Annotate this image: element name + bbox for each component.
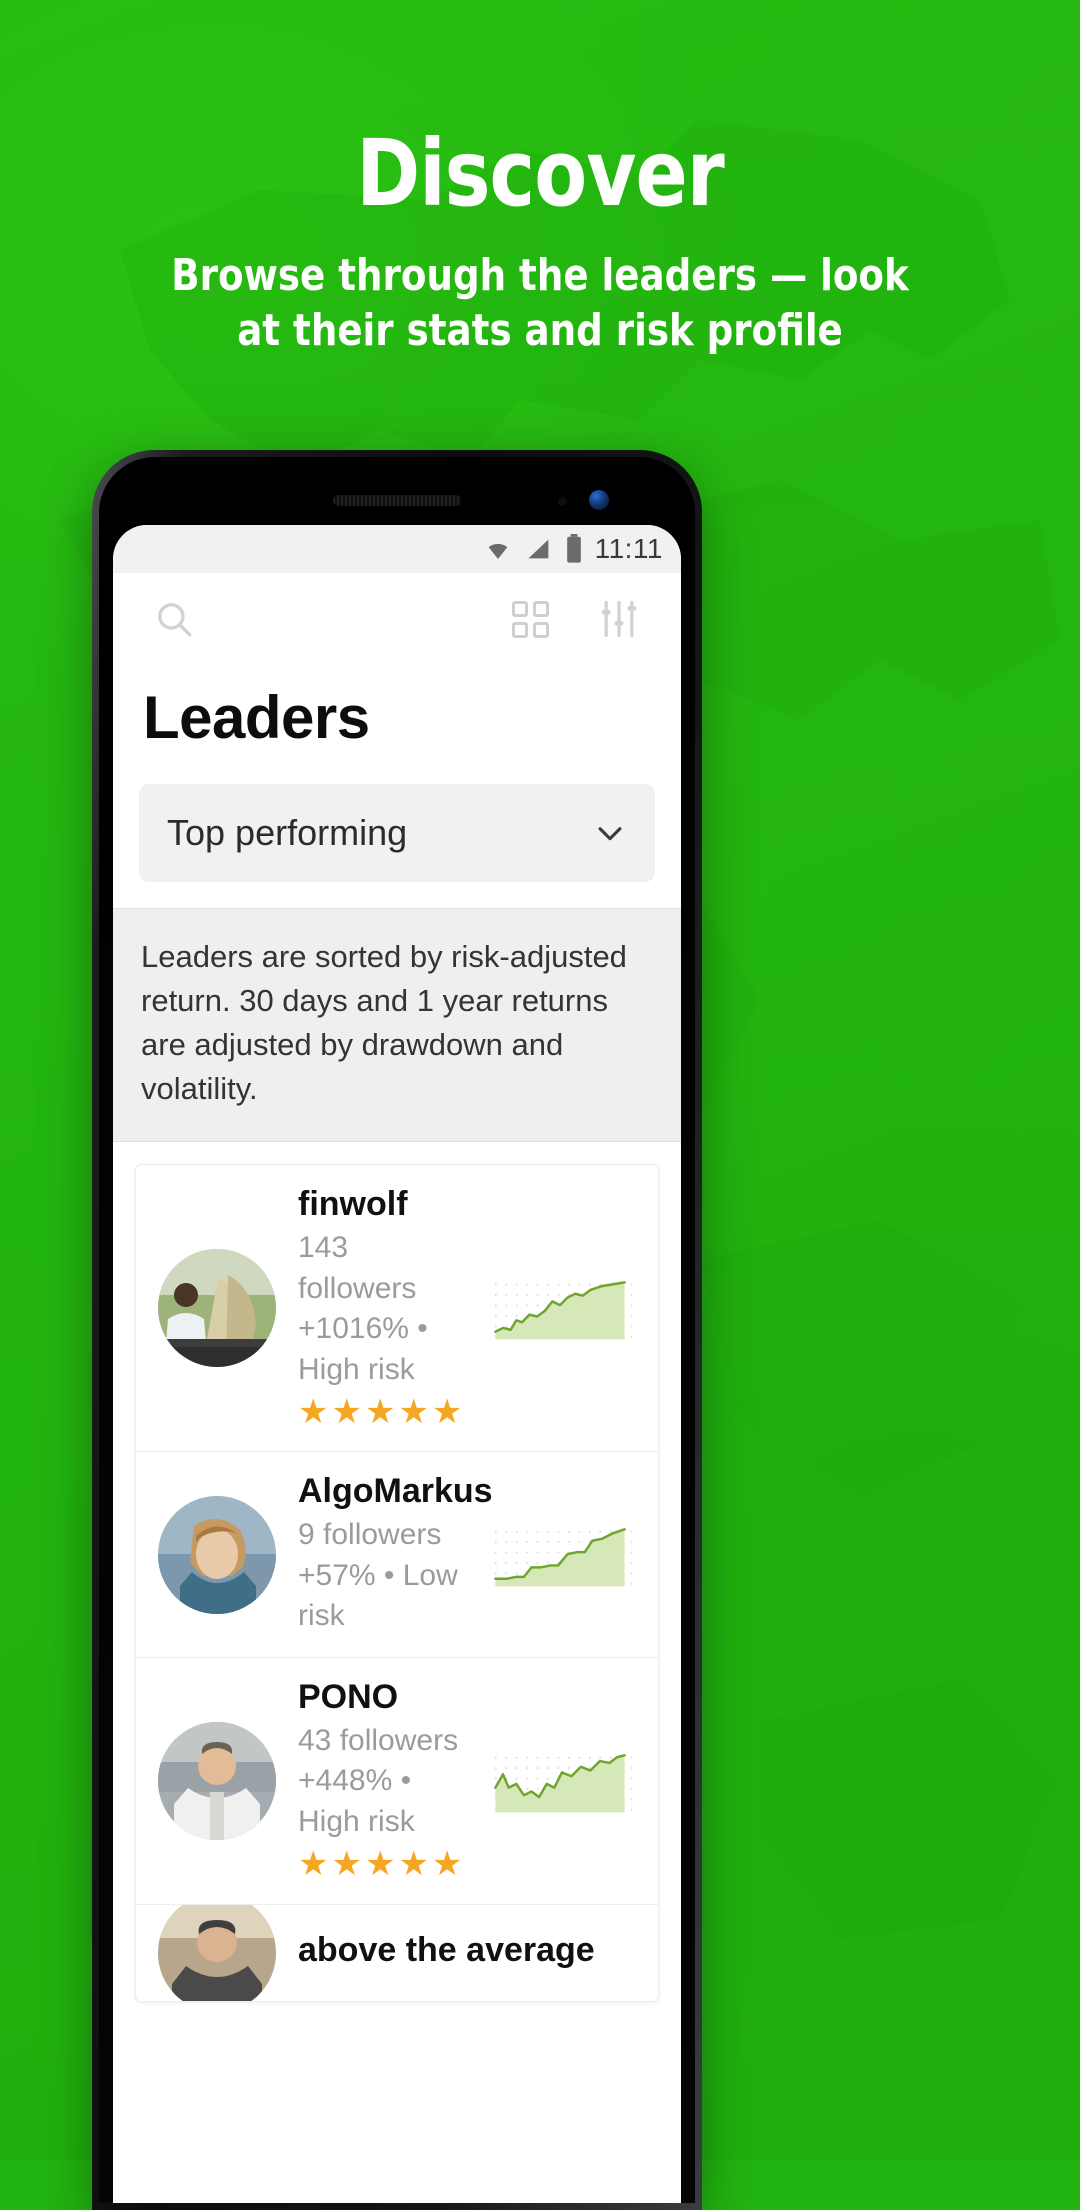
leader-info: AlgoMarkus 9 followers +57% • Low risk — [298, 1472, 493, 1637]
proximity-sensor-icon — [558, 497, 567, 506]
chevron-down-icon — [598, 827, 622, 841]
leader-name: AlgoMarkus — [298, 1472, 493, 1511]
grid-view-icon — [512, 600, 549, 638]
leader-name: PONO — [298, 1677, 399, 1716]
page-title: Leaders — [143, 684, 370, 751]
search-button[interactable] — [143, 594, 205, 644]
leader-followers: 9 followers — [298, 1518, 442, 1552]
promo-subtitle-line-2: at their stats and risk profile — [237, 305, 843, 356]
sort-dropdown-value: Top performing — [167, 812, 408, 853]
leader-rating-stars: ★★★★★ — [298, 1393, 466, 1432]
avatar — [158, 1495, 276, 1614]
avatar — [158, 1904, 276, 2001]
promo-title: Discover — [356, 120, 724, 227]
info-banner: Leaders are sorted by risk-adjusted retu… — [113, 908, 681, 1143]
avatar — [158, 1249, 276, 1368]
status-bar-clock: 11:11 — [594, 533, 663, 564]
leader-name: finwolf — [298, 1185, 408, 1224]
leaders-list-wrapper: finwolf 143 followers +1016% • High risk… — [113, 1142, 681, 2002]
table-row[interactable]: AlgoMarkus 9 followers +57% • Low risk — [136, 1452, 658, 1658]
table-row[interactable]: finwolf 143 followers +1016% • High risk… — [136, 1165, 658, 1453]
status-bar: 11:11 — [113, 525, 681, 573]
phone-screen: 11:11 Leaders Top performing Leaders are… — [113, 525, 681, 2203]
leader-name: above the average — [298, 1931, 595, 1970]
sort-dropdown[interactable]: Top performing — [139, 784, 655, 882]
sparkline-chart — [484, 1271, 636, 1345]
leaders-list-card: finwolf 143 followers +1016% • High risk… — [135, 1164, 659, 2002]
search-icon — [158, 603, 192, 637]
promo-subtitle: Browse through the leaders — look at the… — [117, 248, 963, 358]
table-row[interactable]: above the average — [136, 1904, 658, 2001]
battery-icon — [566, 534, 581, 563]
signal-icon — [528, 539, 548, 559]
front-camera-icon — [589, 490, 609, 510]
earpiece-speaker-icon — [333, 495, 461, 506]
leader-rating-stars: ★★★★★ — [298, 1845, 466, 1884]
promo-subtitle-line-1: Browse through the leaders — look — [171, 250, 909, 301]
app-bar — [113, 573, 681, 665]
leader-info: finwolf 143 followers +1016% • High risk… — [298, 1185, 462, 1431]
sparkline-chart — [484, 1744, 636, 1818]
filter-sliders-icon — [601, 600, 637, 638]
phone-bezel: 11:11 Leaders Top performing Leaders are… — [99, 457, 695, 2203]
leader-info: above the average — [298, 1931, 636, 1974]
avatar — [158, 1721, 276, 1840]
grid-view-button[interactable] — [502, 597, 559, 642]
leader-performance: +1016% • High risk — [298, 1312, 428, 1386]
filter-button[interactable] — [587, 593, 651, 645]
leader-performance: +57% • Low risk — [298, 1558, 458, 1633]
leader-followers: 143 followers — [298, 1231, 417, 1305]
leader-performance: +448% • High risk — [298, 1764, 415, 1838]
leader-followers: 43 followers — [298, 1723, 459, 1757]
sparkline-chart — [484, 1518, 636, 1592]
wifi-icon — [488, 543, 507, 559]
table-row[interactable]: PONO 43 followers +448% • High risk ★★★★… — [136, 1658, 658, 1905]
leader-info: PONO 43 followers +448% • High risk ★★★★… — [298, 1678, 462, 1884]
phone-device-mockup: 11:11 Leaders Top performing Leaders are… — [92, 450, 702, 2210]
